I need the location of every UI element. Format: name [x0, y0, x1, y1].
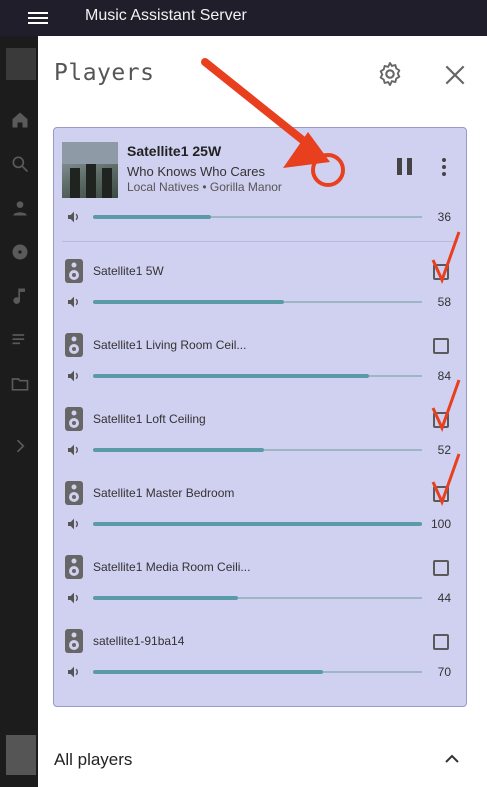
speaker-icon	[65, 629, 83, 653]
player-group-card: Satellite1 25W Who Knows Who Cares Local…	[53, 127, 467, 707]
playlist-icon[interactable]	[10, 330, 30, 350]
player-volume-fill	[93, 670, 324, 674]
more-options-icon[interactable]	[439, 158, 449, 178]
player-volume-value: 44	[437, 591, 451, 605]
player-checkbox[interactable]	[433, 412, 449, 428]
nav-rail	[0, 36, 38, 787]
player-volume-fill	[93, 448, 265, 452]
player-checkbox[interactable]	[433, 338, 449, 354]
group-volume-fill	[93, 215, 212, 219]
menu-icon[interactable]	[28, 9, 48, 27]
player-volume-slider[interactable]	[93, 522, 422, 526]
speaker-icon	[65, 259, 83, 283]
volume-icon[interactable]	[66, 294, 82, 310]
player-volume-fill	[93, 596, 238, 600]
player-volume-slider[interactable]	[93, 596, 422, 600]
player-checkbox[interactable]	[433, 634, 449, 650]
group-volume-value: 36	[437, 210, 451, 224]
speaker-icon	[65, 481, 83, 505]
player-name[interactable]: Satellite1 Living Room Ceil...	[93, 338, 246, 352]
player-volume-fill	[93, 300, 284, 304]
player-name[interactable]: satellite1-91ba14	[93, 634, 184, 648]
player-volume-slider[interactable]	[93, 448, 422, 452]
player-volume-value: 52	[437, 443, 451, 457]
volume-icon[interactable]	[66, 590, 82, 606]
player-volume-slider[interactable]	[93, 670, 422, 674]
player-name[interactable]: Satellite1 Media Room Ceili...	[93, 560, 250, 574]
divider	[62, 241, 458, 242]
player-checkbox[interactable]	[433, 264, 449, 280]
player-name[interactable]: Satellite1 Loft Ceiling	[93, 412, 206, 426]
player-checkbox[interactable]	[433, 560, 449, 576]
player-name[interactable]: Satellite1 Master Bedroom	[93, 486, 234, 500]
speaker-icon	[65, 333, 83, 357]
player-volume-slider[interactable]	[93, 300, 422, 304]
all-players-header[interactable]: All players	[54, 750, 132, 770]
player-volume-slider[interactable]	[93, 374, 422, 378]
pause-button[interactable]	[397, 158, 415, 176]
player-volume-value: 100	[430, 517, 451, 531]
gear-icon[interactable]	[376, 60, 404, 88]
app-logo	[6, 48, 36, 80]
volume-icon[interactable]	[66, 442, 82, 458]
now-playing-track: Who Knows Who Cares	[127, 164, 265, 179]
app-bar: Music Assistant Server	[0, 0, 487, 36]
chevron-right-icon[interactable]	[10, 436, 30, 456]
now-playing-artist: Local Natives • Gorilla Manor	[127, 180, 282, 194]
album-art	[62, 142, 118, 198]
page-title: Players	[54, 60, 155, 86]
volume-icon[interactable]	[66, 368, 82, 384]
player-volume-value: 58	[437, 295, 451, 309]
volume-icon[interactable]	[66, 516, 82, 532]
players-panel: Players Satellite1 25W Who Knows Who Car…	[38, 36, 487, 787]
chevron-up-icon[interactable]	[444, 752, 460, 764]
now-playing-player-name: Satellite1 25W	[127, 143, 222, 159]
volume-icon[interactable]	[66, 664, 82, 680]
home-icon[interactable]	[10, 110, 30, 130]
close-icon[interactable]	[442, 62, 468, 88]
group-volume-slider[interactable]	[93, 215, 422, 219]
volume-icon[interactable]	[66, 209, 82, 225]
folder-icon[interactable]	[10, 374, 30, 394]
mini-player-thumbnail[interactable]	[6, 735, 36, 775]
artist-icon[interactable]	[10, 198, 30, 218]
app-title: Music Assistant Server	[85, 7, 247, 24]
speaker-icon	[65, 555, 83, 579]
player-volume-fill	[93, 522, 422, 526]
player-volume-value: 84	[437, 369, 451, 383]
album-icon[interactable]	[10, 242, 30, 262]
player-volume-value: 70	[437, 665, 451, 679]
search-icon[interactable]	[10, 154, 30, 174]
player-name[interactable]: Satellite1 5W	[93, 264, 164, 278]
speaker-icon	[65, 407, 83, 431]
music-note-icon[interactable]	[10, 286, 30, 306]
player-checkbox[interactable]	[433, 486, 449, 502]
player-volume-fill	[93, 374, 370, 378]
